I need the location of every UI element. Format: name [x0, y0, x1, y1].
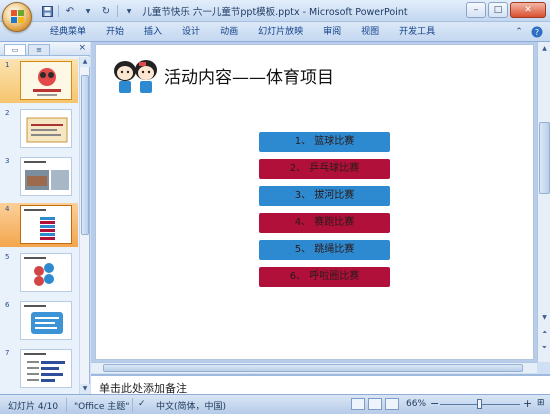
scroll-down-icon[interactable]: ▼	[539, 312, 550, 323]
slide-preview	[20, 109, 72, 148]
minimize-button[interactable]: –	[466, 2, 486, 18]
slide-preview	[20, 253, 72, 292]
scroll-up-icon[interactable]: ▲	[80, 57, 90, 67]
slide-thumbnail-4[interactable]: 4	[0, 203, 78, 247]
slide-preview	[20, 301, 72, 340]
slide-number: 3	[5, 157, 10, 165]
slide-number: 6	[5, 301, 10, 309]
list-item-hula-hoop[interactable]: 6、 呼啦圈比赛	[259, 267, 390, 287]
slide-canvas[interactable]: 活动内容——体育项目 1、 篮球比赛 2、 乒乓球比赛 3、 拔河比赛 4、 赛…	[95, 44, 534, 360]
zoom-level[interactable]: 66%	[406, 399, 426, 409]
zoom-in-button[interactable]: +	[523, 397, 532, 410]
scrollbar-thumb[interactable]	[81, 75, 89, 235]
office-logo-icon	[11, 10, 25, 24]
tab-view[interactable]: 视图	[351, 25, 389, 40]
slide-vertical-scrollbar[interactable]: ▲ ▼ ⏶ ⏷	[537, 42, 550, 362]
scroll-down-icon[interactable]: ▼	[80, 384, 90, 394]
slide-number: 5	[5, 253, 10, 261]
slides-pane: ▭ ≡ × 1 2 3 4 5 6 7 ▲ ▼	[0, 42, 90, 394]
status-bar: 幻灯片 4/10 "Office 主题" ✓ 中文(简体，中国) 66% − +…	[0, 394, 550, 414]
zoom-slider-handle[interactable]	[477, 399, 482, 409]
outline-tab[interactable]: ≡	[28, 44, 50, 55]
slide-thumbnail-6[interactable]: 6	[0, 299, 78, 343]
help-icon[interactable]: ?	[530, 25, 544, 39]
slide-thumbnail-7[interactable]: 7	[0, 347, 78, 391]
slide-thumbnails: 1 2 3 4 5 6 7	[0, 57, 78, 394]
tab-insert[interactable]: 插入	[134, 25, 172, 40]
office-button[interactable]	[2, 2, 32, 32]
slide-preview	[20, 61, 72, 100]
kids-illustration-icon	[114, 60, 157, 93]
slide-thumbnail-3[interactable]: 3	[0, 155, 78, 199]
slide-sorter-view-icon[interactable]	[368, 398, 382, 410]
tab-review[interactable]: 审阅	[313, 25, 351, 40]
list-item-table-tennis[interactable]: 2、 乒乓球比赛	[259, 159, 390, 179]
list-item-basketball[interactable]: 1、 篮球比赛	[259, 132, 390, 152]
slide-number: 4	[5, 205, 10, 213]
tab-home[interactable]: 开始	[96, 25, 134, 40]
slide-title[interactable]: 活动内容——体育项目	[164, 63, 334, 88]
theme-name: "Office 主题"	[74, 402, 130, 412]
next-slide-icon[interactable]: ⏷	[539, 342, 550, 353]
previous-slide-icon[interactable]: ⏶	[539, 327, 550, 338]
fit-to-window-icon[interactable]: ⊞	[537, 398, 545, 408]
slide-thumbnail-2[interactable]: 2	[0, 107, 78, 151]
scrollbar-thumb[interactable]	[103, 364, 523, 372]
slides-tab[interactable]: ▭	[4, 44, 26, 55]
slide-preview	[20, 205, 72, 244]
slide-horizontal-scrollbar[interactable]	[91, 362, 537, 373]
scroll-up-icon[interactable]: ▲	[539, 43, 550, 54]
close-pane-icon[interactable]: ×	[78, 43, 86, 53]
slide-number: 1	[5, 61, 10, 69]
zoom-out-button[interactable]: −	[430, 397, 439, 410]
slide-preview	[20, 349, 72, 388]
slides-pane-tabs: ▭ ≡ ×	[0, 42, 90, 56]
tab-slide-show[interactable]: 幻灯片放映	[248, 25, 313, 40]
ribbon-tab-bar: 经典菜单 开始 插入 设计 动画 幻灯片放映 审阅 视图 开发工具 ⌃ ?	[0, 22, 550, 42]
minimize-ribbon-icon[interactable]: ⌃	[512, 25, 526, 39]
scrollbar-thumb[interactable]	[539, 122, 550, 194]
list-item-running[interactable]: 4、 赛跑比赛	[259, 213, 390, 233]
slide-preview	[20, 157, 72, 196]
slide-number: 2	[5, 109, 10, 117]
window-controls: – □ ✕	[466, 2, 546, 18]
title-bar: ↶ ▼ ↻ ▼ 儿童节快乐 六一儿童节ppt模板.pptx - Microsof…	[0, 0, 550, 32]
tab-animations[interactable]: 动画	[210, 25, 248, 40]
slide-editor: 活动内容——体育项目 1、 篮球比赛 2、 乒乓球比赛 3、 拔河比赛 4、 赛…	[91, 42, 537, 362]
maximize-button[interactable]: □	[488, 2, 508, 18]
spell-check-icon[interactable]: ✓	[138, 399, 146, 409]
slides-pane-scrollbar[interactable]: ▲ ▼	[79, 57, 90, 394]
slide-show-view-icon[interactable]	[385, 398, 399, 410]
slide-indicator: 幻灯片 4/10	[8, 402, 59, 412]
tab-classic-menu[interactable]: 经典菜单	[40, 25, 96, 40]
list-item-tug-of-war[interactable]: 3、 拔河比赛	[259, 186, 390, 206]
tab-design[interactable]: 设计	[172, 25, 210, 40]
svg-text:?: ?	[535, 28, 539, 37]
slide-number: 7	[5, 349, 10, 357]
notes-pane[interactable]: 单击此处添加备注	[91, 374, 550, 395]
slide-thumbnail-5[interactable]: 5	[0, 251, 78, 295]
tab-developer[interactable]: 开发工具	[389, 25, 445, 40]
normal-view-icon[interactable]	[351, 398, 365, 410]
slide-thumbnail-1[interactable]: 1	[0, 59, 78, 103]
close-button[interactable]: ✕	[510, 2, 546, 18]
language-indicator[interactable]: 中文(简体，中国)	[156, 399, 226, 412]
list-item-jump-rope[interactable]: 5、 跳绳比赛	[259, 240, 390, 260]
